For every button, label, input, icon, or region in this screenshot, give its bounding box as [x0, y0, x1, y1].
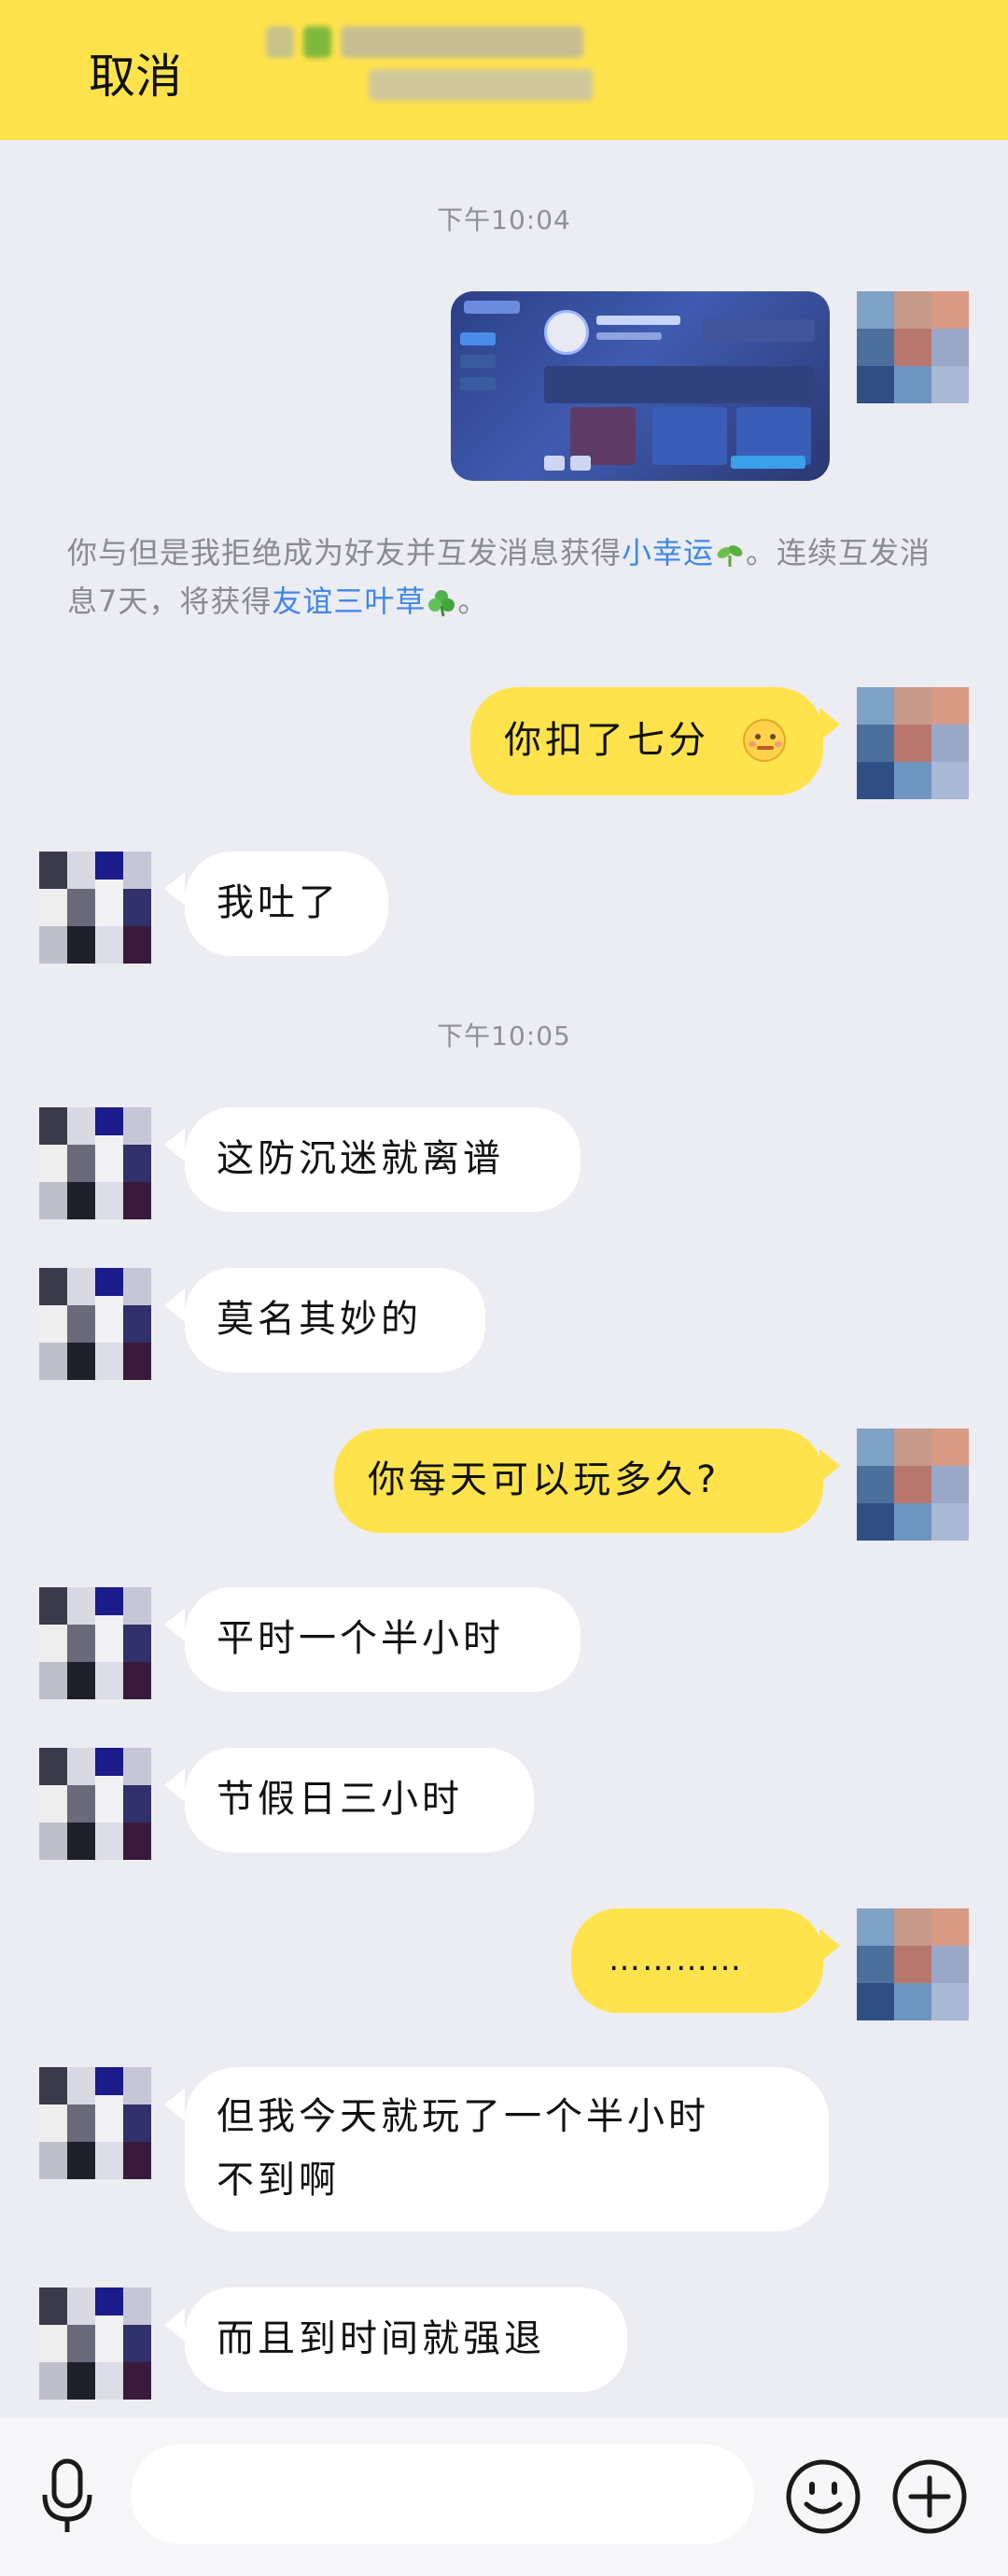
message-input[interactable] [131, 2444, 754, 2544]
microphone-icon[interactable] [37, 2457, 97, 2536]
bubble-tail [819, 708, 840, 741]
message-text: 平时一个半小时 [217, 1617, 504, 1660]
bubble-tail [164, 1128, 185, 1161]
bubble-tail [164, 1768, 185, 1802]
bubble-tail [819, 1929, 840, 1963]
message-text: 我吐了 [217, 881, 340, 924]
bubble-tail [819, 1449, 840, 1483]
message-bubble-sent[interactable]: 你每天可以玩多久? [334, 1429, 823, 1533]
cancel-button[interactable]: 取消 [89, 39, 182, 106]
avatar-self[interactable] [857, 1908, 969, 2020]
message-text-line: 但我今天就玩了一个半小时 [217, 2095, 709, 2138]
sprout-icon [717, 545, 743, 567]
message-text: 这防沉迷就离谱 [217, 1137, 504, 1180]
message-bubble-received[interactable]: 而且到时间就强退 [185, 2287, 627, 2392]
system-message: 你与但是我拒绝成为好友并互发消息获得小幸运 。连续互发消息7天，将获得友谊三叶草。 [67, 528, 945, 626]
smiley-icon[interactable] [784, 2457, 862, 2536]
bubble-tail [164, 1608, 185, 1641]
avatar-self[interactable] [857, 291, 969, 403]
message-bubble-received[interactable]: 节假日三小时 [185, 1748, 534, 1852]
bubble-tail [164, 2088, 185, 2121]
message-bubble-sent[interactable]: ………… [571, 1908, 823, 2013]
avatar-contact[interactable] [39, 852, 151, 964]
shared-image[interactable] [451, 291, 830, 481]
input-bar [0, 2418, 1008, 2576]
avatar-self[interactable] [857, 687, 969, 799]
friendship-clover-link[interactable]: 友谊三叶草 [272, 584, 426, 619]
timestamp: 下午10:04 [437, 204, 571, 235]
top-bar: 取消 [0, 0, 1008, 140]
avatar-contact[interactable] [39, 2067, 151, 2179]
avatar-self[interactable] [857, 1429, 969, 1541]
message-bubble-sent[interactable]: 你扣了七分 [470, 687, 823, 795]
message-bubble-received[interactable]: 我吐了 [185, 852, 388, 956]
clover-icon [428, 590, 455, 617]
message-bubble-received[interactable]: 但我今天就玩了一个半小时 不到啊 [185, 2067, 829, 2231]
avatar-contact[interactable] [39, 2287, 151, 2400]
message-text: ………… [609, 1941, 743, 1978]
message-bubble-received[interactable]: 莫名其妙的 [185, 1268, 485, 1372]
plus-icon[interactable] [890, 2457, 969, 2536]
message-text: 你扣了七分 [504, 719, 709, 762]
avatar-contact[interactable] [39, 1587, 151, 1699]
system-text: 。 [457, 584, 489, 619]
message-text: 你每天可以玩多久? [368, 1458, 721, 1501]
message-text: 莫名其妙的 [217, 1298, 422, 1341]
timestamp: 下午10:05 [437, 1021, 571, 1051]
message-bubble-received[interactable]: 这防沉迷就离谱 [185, 1107, 581, 1212]
message-text: 而且到时间就强退 [217, 2317, 545, 2360]
little-luck-link[interactable]: 小幸运 [622, 535, 714, 570]
bubble-tail [164, 872, 185, 906]
avatar-contact[interactable] [39, 1107, 151, 1219]
message-text: 节假日三小时 [217, 1778, 463, 1821]
chat-title-redacted [266, 26, 630, 125]
message-bubble-received[interactable]: 平时一个半小时 [185, 1587, 581, 1692]
bubble-tail [164, 1288, 185, 1322]
bubble-tail [164, 2308, 185, 2342]
avatar-contact[interactable] [39, 1748, 151, 1860]
confused-face-icon [743, 719, 786, 762]
system-text: 你与但是我拒绝成为好友并互发消息获得 [67, 535, 623, 570]
avatar-contact[interactable] [39, 1268, 151, 1380]
message-text-line: 不到啊 [217, 2159, 340, 2202]
